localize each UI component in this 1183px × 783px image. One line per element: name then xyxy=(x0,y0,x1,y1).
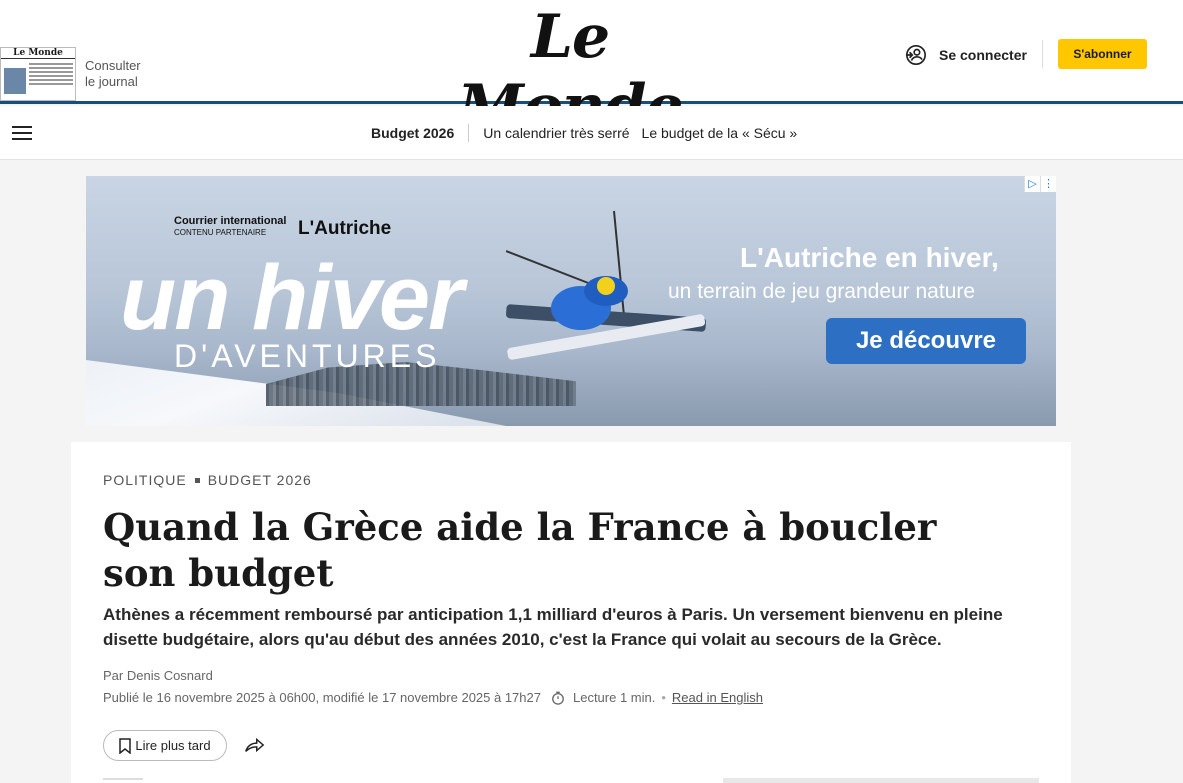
read-later-button[interactable]: Lire plus tard xyxy=(103,730,227,761)
nav-divider xyxy=(468,124,470,142)
advertisement-banner[interactable]: ▷ ⋮ Courrier international CONTENU PARTE… xyxy=(86,176,1056,426)
consult-line1: Consulter xyxy=(85,58,141,73)
ad-partner-sub: CONTENU PARTENAIRE xyxy=(174,228,267,237)
reading-time: Lecture 1 min. xyxy=(572,690,656,705)
newspaper-thumbnail[interactable]: Le Monde xyxy=(0,47,76,101)
read-later-label: Lire plus tard xyxy=(135,738,211,753)
article-header: POLITIQUE BUDGET 2026 Quand la Grèce aid… xyxy=(71,442,1071,783)
site-header: Le Monde Consulter le journal Le Monde S… xyxy=(0,0,1183,142)
header-divider xyxy=(1042,40,1043,68)
article-meta: Publié le 16 novembre 2025 à 06h00, modi… xyxy=(103,690,763,705)
consult-line2: le journal xyxy=(85,74,138,89)
paper-thumb-lines xyxy=(27,59,75,89)
subscribe-button[interactable]: S'abonner xyxy=(1058,39,1147,69)
login-label: Se connecter xyxy=(939,47,1027,63)
nav-link-secu[interactable]: Le budget de la « Sécu » xyxy=(642,125,798,141)
breadcrumb-category[interactable]: POLITIQUE xyxy=(103,472,187,488)
ad-menu-icon[interactable]: ⋮ xyxy=(1040,176,1056,192)
consult-journal-link[interactable]: Consulter le journal xyxy=(85,58,141,90)
paper-thumb-masthead: Le Monde xyxy=(1,48,75,59)
ad-choices[interactable]: ▷ ⋮ xyxy=(1024,176,1056,192)
nav-link-calendrier[interactable]: Un calendrier très serré xyxy=(483,125,629,141)
nav-links: Budget 2026 Un calendrier très serré Le … xyxy=(371,124,809,142)
user-login-icon xyxy=(905,45,926,65)
share-icon[interactable] xyxy=(243,734,265,756)
login-button[interactable]: Se connecter xyxy=(905,44,1027,66)
le-monde-logo[interactable]: Le Monde xyxy=(420,2,720,142)
menu-icon[interactable] xyxy=(12,126,32,140)
bookmark-icon xyxy=(119,737,132,754)
paper-thumb-image xyxy=(4,68,26,94)
breadcrumb-separator xyxy=(194,477,200,483)
nav-section-budget[interactable]: Budget 2026 xyxy=(371,125,454,141)
adchoices-icon[interactable]: ▷ xyxy=(1024,176,1040,192)
timer-icon xyxy=(552,691,564,705)
breadcrumb: POLITIQUE BUDGET 2026 xyxy=(103,472,312,488)
article-title: Quand la Grèce aide la France à boucler … xyxy=(103,505,937,595)
ad-partner-name: Courrier international xyxy=(174,215,287,227)
ad-headline: L'Autriche en hiver, xyxy=(740,242,999,273)
section-nav: Budget 2026 Un calendrier très serré Le … xyxy=(0,106,1183,160)
ad-brand-logo: L'Autriche xyxy=(298,218,392,239)
side-module-edge xyxy=(723,778,1039,783)
ad-big-title: un hiver xyxy=(120,247,464,349)
ad-subline: un terrain de jeu grandeur nature xyxy=(668,280,976,303)
ad-partner-logo: Courrier international CONTENU PARTENAIR… xyxy=(174,216,286,238)
publish-date: Publié le 16 novembre 2025 à 06h00, modi… xyxy=(103,690,541,705)
breadcrumb-subcategory[interactable]: BUDGET 2026 xyxy=(208,472,312,488)
article-description: Athènes a récemment remboursé par antici… xyxy=(103,605,1003,649)
meta-separator: • xyxy=(661,690,666,705)
content-divider xyxy=(103,778,143,780)
article-author[interactable]: Par Denis Cosnard xyxy=(103,668,213,683)
read-in-english-link[interactable]: Read in English xyxy=(672,690,763,705)
ad-big-subtitle: D'AVENTURES xyxy=(174,338,441,374)
ad-cta-button[interactable]: Je découvre xyxy=(826,318,1026,364)
